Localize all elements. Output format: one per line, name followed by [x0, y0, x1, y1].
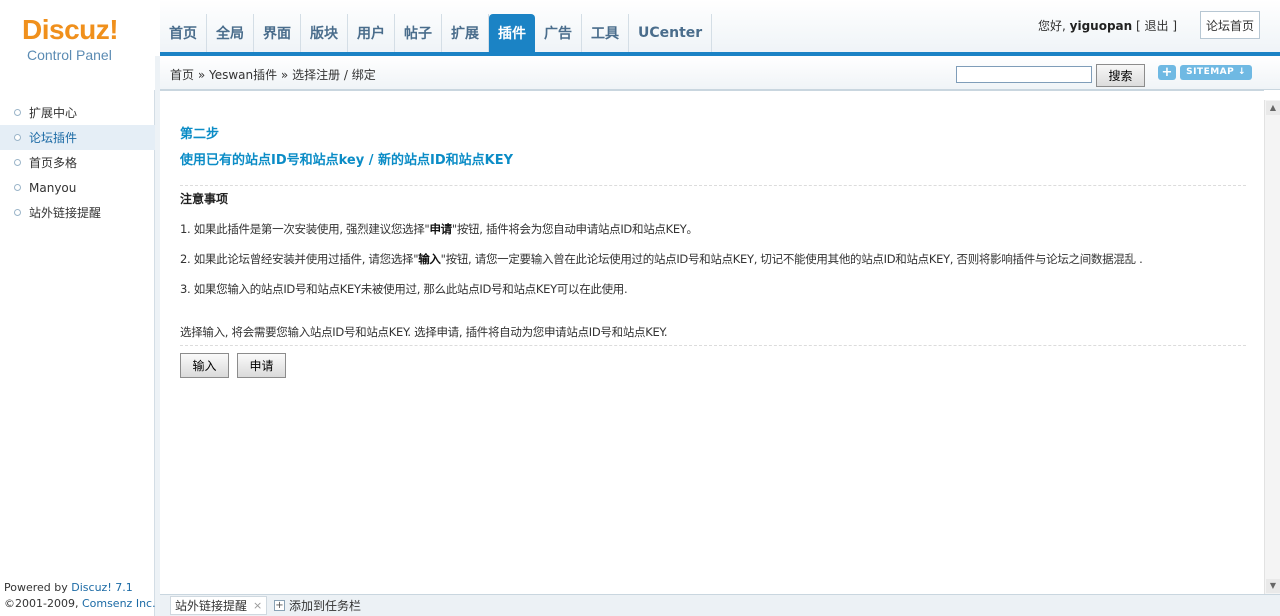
input-button[interactable]: 输入 — [180, 353, 229, 378]
tab-plugins[interactable]: 插件 — [489, 14, 535, 52]
top-nav: 首页 全局 界面 版块 用户 帖子 扩展 插件 广告 工具 UCenter — [160, 14, 713, 52]
sidebar-item-homepage-grid[interactable]: 首页多格 — [0, 150, 155, 175]
notice-1-pre: 1. 如果此插件是第一次安装使用, 强烈建议您选择" — [180, 222, 430, 236]
notice-line-1: 1. 如果此插件是第一次安装使用, 强烈建议您选择"申请"按钮, 插件将会为您自… — [180, 221, 698, 237]
logo-brand: Discuz! — [22, 14, 119, 45]
sidebar-item-label: 站外链接提醒 — [29, 206, 102, 220]
bullet-icon — [14, 134, 21, 141]
vertical-scrollbar[interactable]: ▲ ▼ — [1264, 100, 1280, 594]
logout-bracket-close: ] — [1168, 19, 1178, 33]
notice-line-2: 2. 如果此论坛曾经安装并使用过插件, 请您选择"输入"按钮, 请您一定要输入曾… — [180, 251, 1143, 267]
tab-tools[interactable]: 工具 — [582, 14, 629, 52]
sidebar-item-forum-plugins[interactable]: 论坛插件 — [0, 125, 155, 150]
sub-bar: 首页 » Yeswan插件 » 选择注册 / 绑定 搜索 + SITEMAP ↓ — [160, 56, 1280, 90]
notice-2-bold: 输入 — [418, 252, 441, 266]
task-item-external-link-reminder[interactable]: 站外链接提醒 × — [170, 596, 268, 615]
bullet-icon — [14, 184, 21, 191]
search-input[interactable] — [956, 66, 1092, 83]
sidebar-item-extension-center[interactable]: 扩展中心 — [0, 100, 155, 125]
notice-2-pre: 2. 如果此论坛曾经安装并使用过插件, 请您选择" — [180, 252, 419, 266]
close-icon[interactable]: × — [253, 599, 262, 612]
sitemap-button[interactable]: SITEMAP ↓ — [1180, 65, 1252, 80]
tab-global[interactable]: 全局 — [207, 14, 254, 52]
scroll-up-arrow-icon[interactable]: ▲ — [1266, 101, 1280, 115]
notice-2-post: "按钮, 请您一定要输入曾在此论坛使用过的站点ID号和站点KEY, 切记不能使用… — [440, 252, 1143, 266]
sidebar-footer: Powered by Discuz! 7.1 ©2001-2009, Comse… — [4, 580, 156, 612]
greeting-text: 您好, — [1038, 19, 1070, 33]
task-bar: 站外链接提醒 × + 添加到任务栏 — [160, 594, 1280, 616]
tab-home[interactable]: 首页 — [160, 14, 207, 52]
add-to-taskbar-label: 添加到任务栏 — [289, 599, 362, 613]
divider — [180, 185, 1246, 186]
username: yiguopan — [1069, 19, 1133, 33]
copyright: ©2001-2009, Comsenz Inc. — [4, 596, 156, 612]
add-shortcut-button[interactable]: + — [1158, 65, 1176, 80]
notice-1-bold: 申请 — [429, 222, 452, 236]
forum-home-button[interactable]: 论坛首页 — [1200, 11, 1260, 39]
task-item-label: 站外链接提醒 — [175, 599, 248, 613]
main-content: 第二步 使用已有的站点ID号和站点key / 新的站点ID和站点KEY 注意事项… — [160, 90, 1264, 594]
tab-forums[interactable]: 版块 — [301, 14, 348, 52]
sidebar-item-label: 扩展中心 — [29, 106, 78, 120]
tab-interface[interactable]: 界面 — [254, 14, 301, 52]
bullet-icon — [14, 209, 21, 216]
copyright-prefix: ©2001-2009, — [4, 597, 82, 610]
notice-line-3: 3. 如果您输入的站点ID号和站点KEY未被使用过, 那么此站点ID号和站点KE… — [180, 282, 628, 296]
tab-ucenter[interactable]: UCenter — [629, 14, 713, 52]
breadcrumb: 首页 » Yeswan插件 » 选择注册 / 绑定 — [170, 68, 376, 82]
sidebar-item-label: 论坛插件 — [29, 131, 78, 145]
sidebar-item-label: 首页多格 — [29, 156, 78, 170]
tab-posts[interactable]: 帖子 — [395, 14, 442, 52]
search-button[interactable]: 搜索 — [1096, 64, 1145, 87]
user-info: 您好, yiguopan [ 退出 ] — [1038, 17, 1177, 34]
plus-icon: + — [274, 600, 285, 611]
sidebar-item-label: Manyou — [29, 180, 77, 195]
powered-by: Powered by Discuz! 7.1 — [4, 580, 156, 596]
discuz-link[interactable]: Discuz! 7.1 — [71, 581, 132, 594]
add-to-taskbar-button[interactable]: + 添加到任务栏 — [274, 596, 361, 615]
logo-subtitle: Control Panel — [27, 47, 112, 63]
step-title: 第二步 — [180, 127, 220, 142]
notice-title: 注意事项 — [180, 192, 229, 206]
comsenz-link[interactable]: Comsenz Inc. — [82, 597, 156, 610]
summary-text: 选择输入, 将会需要您输入站点ID号和站点KEY. 选择申请, 插件将自动为您申… — [180, 325, 668, 339]
tab-users[interactable]: 用户 — [348, 14, 395, 52]
step-subtitle: 使用已有的站点ID号和站点key / 新的站点ID和站点KEY — [180, 153, 514, 168]
divider — [180, 345, 1246, 346]
logout-link[interactable]: 退出 — [1145, 19, 1169, 33]
bullet-icon — [14, 109, 21, 116]
sidebar-item-manyou[interactable]: Manyou — [0, 175, 155, 200]
apply-button[interactable]: 申请 — [237, 353, 286, 378]
sidebar-menu: 扩展中心 论坛插件 首页多格 Manyou 站外链接提醒 — [0, 100, 155, 225]
notice-1-post: "按钮, 插件将会为您自动申请站点ID和站点KEY。 — [451, 222, 698, 236]
powered-prefix: Powered by — [4, 581, 72, 594]
scroll-down-arrow-icon[interactable]: ▼ — [1266, 579, 1280, 593]
sidebar-item-external-link-reminder[interactable]: 站外链接提醒 — [0, 200, 155, 225]
bullet-icon — [14, 159, 21, 166]
tab-ads[interactable]: 广告 — [535, 14, 582, 52]
sidebar: 扩展中心 论坛插件 首页多格 Manyou 站外链接提醒 Powered by … — [0, 90, 156, 616]
logo[interactable]: Discuz! Control Panel — [22, 14, 142, 74]
tab-extensions[interactable]: 扩展 — [442, 14, 489, 52]
logout-bracket-open: [ — [1132, 19, 1145, 33]
